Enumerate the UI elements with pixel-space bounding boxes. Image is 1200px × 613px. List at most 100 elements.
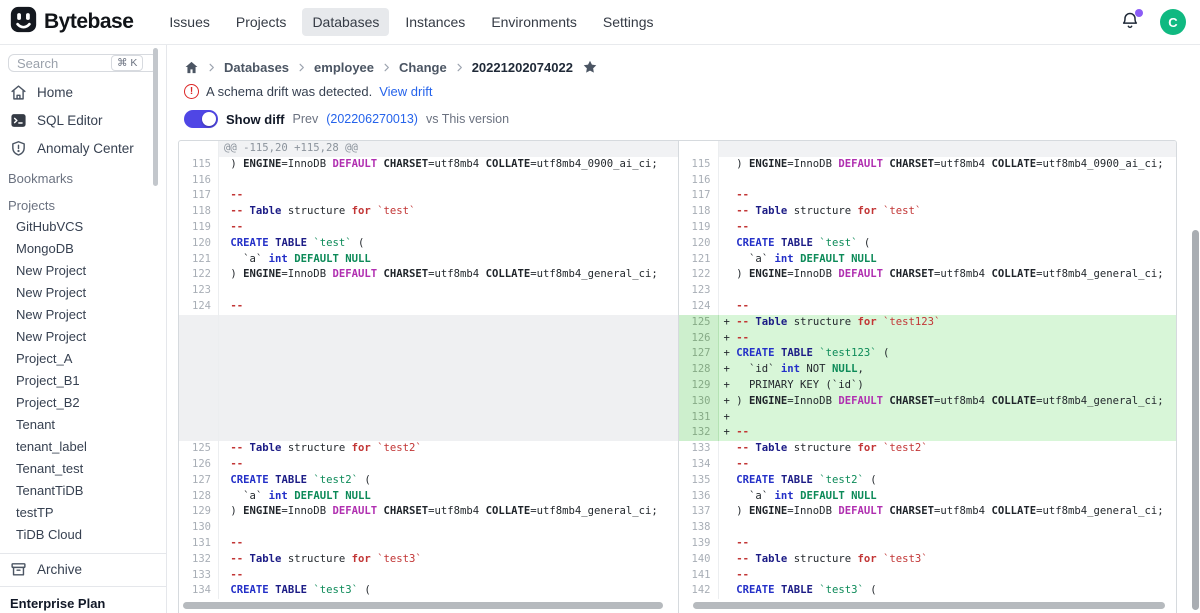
line-number: 133 [679, 441, 719, 457]
project-item[interactable]: tenant_label [0, 436, 166, 458]
avatar[interactable]: C [1160, 9, 1186, 35]
line-number: 129 [679, 378, 719, 394]
prev-label: Prev [293, 112, 319, 126]
line-number: 131 [679, 410, 719, 426]
plan-label: Enterprise Plan [0, 586, 166, 613]
line-number: 116 [179, 173, 219, 189]
line-number: 122 [679, 267, 719, 283]
project-item[interactable]: MongoDB [0, 238, 166, 260]
search-box[interactable]: ⌘ K [8, 54, 158, 72]
project-item[interactable]: New Project [0, 326, 166, 348]
line-number: 123 [679, 283, 719, 299]
diff-line: 116 [679, 173, 1177, 189]
project-item[interactable]: New Project [0, 304, 166, 326]
code-line: @@ -115,20 +115,28 @@ [219, 141, 678, 157]
line-number: 142 [679, 583, 719, 599]
diff-line: 128 `a` int DEFAULT NULL [179, 489, 678, 505]
project-item[interactable]: New Project [0, 282, 166, 304]
diff-line: 122 ) ENGINE=InnoDB DEFAULT CHARSET=utf8… [179, 267, 678, 283]
line-number: 117 [679, 188, 719, 204]
breadcrumb-item[interactable]: employee [314, 60, 374, 75]
diff-line: 131+ [679, 410, 1177, 426]
code-line: `a` int DEFAULT NULL [219, 252, 678, 268]
code-line [219, 410, 678, 426]
nav-item-projects[interactable]: Projects [226, 8, 297, 36]
nav-item-settings[interactable]: Settings [593, 8, 664, 36]
diff-line: 115 ) ENGINE=InnoDB DEFAULT CHARSET=utf8… [179, 157, 678, 173]
diff-line: 127 CREATE TABLE `test2` ( [179, 473, 678, 489]
project-item[interactable]: TiDB Cloud [0, 524, 166, 546]
sidebar-item-label: Home [37, 85, 73, 100]
star-icon[interactable] [580, 59, 598, 75]
sidebar-item-anomaly-center[interactable]: Anomaly Center [0, 134, 166, 162]
line-number [179, 362, 219, 378]
code-line: -- [719, 299, 1177, 315]
line-number: 134 [179, 583, 219, 599]
breadcrumb-item[interactable]: Databases [224, 60, 289, 75]
diff-line: 117 -- [179, 188, 678, 204]
nav-item-environments[interactable]: Environments [481, 8, 587, 36]
code-line: + -- [719, 331, 1177, 347]
code-line: CREATE TABLE `test` ( [219, 236, 678, 252]
diff-line: 130 [179, 520, 678, 536]
line-number: 125 [679, 315, 719, 331]
code-line: -- Table structure for `test` [719, 204, 1177, 220]
diff-line: 132+ -- [679, 425, 1177, 441]
sidebar-item-home[interactable]: Home [0, 78, 166, 106]
nav-item-instances[interactable]: Instances [395, 8, 475, 36]
line-number: 133 [179, 568, 219, 584]
notifications-button[interactable] [1120, 11, 1142, 33]
line-number: 123 [179, 283, 219, 299]
diff-right-horizontal-scrollbar[interactable] [693, 602, 1165, 609]
bytebase-logo[interactable]: Bytebase [10, 6, 133, 38]
breadcrumb-item[interactable]: 20221202074022 [472, 60, 573, 75]
diff-line: 135 CREATE TABLE `test2` ( [679, 473, 1177, 489]
project-item[interactable]: Project_B2 [0, 392, 166, 414]
sidebar-item-label: Anomaly Center [37, 141, 134, 156]
project-item[interactable]: Tenant_test [0, 458, 166, 480]
diff-line: 120 CREATE TABLE `test` ( [679, 236, 1177, 252]
line-number [179, 331, 219, 347]
project-item[interactable]: Tenant [0, 414, 166, 436]
project-item[interactable]: Project_B1 [0, 370, 166, 392]
project-item[interactable]: TenantTiDB [0, 480, 166, 502]
line-number: 132 [679, 425, 719, 441]
line-number: 130 [179, 520, 219, 536]
project-item[interactable]: GitHubVCS [0, 216, 166, 238]
project-item[interactable]: Project_A [0, 348, 166, 370]
breadcrumb-item[interactable]: Change [399, 60, 447, 75]
diff-line: 124 -- [679, 299, 1177, 315]
code-line: -- [719, 188, 1177, 204]
show-diff-toggle[interactable] [184, 110, 218, 128]
diff-line: 123 [179, 283, 678, 299]
code-line [219, 394, 678, 410]
line-number [179, 378, 219, 394]
sidebar-scrollbar[interactable] [153, 48, 158, 186]
sidebar-item-archive[interactable]: Archive [0, 554, 166, 584]
diff-line: 142 CREATE TABLE `test3` ( [679, 583, 1177, 599]
diff-column-left: @@ -115,20 +115,28 @@115 ) ENGINE=InnoDB… [179, 141, 678, 613]
project-item[interactable]: New Project [0, 260, 166, 282]
nav-item-databases[interactable]: Databases [302, 8, 389, 36]
code-line [719, 283, 1177, 299]
diff-line: 129+ PRIMARY KEY (`id`) [679, 378, 1177, 394]
project-item[interactable]: testTP [0, 502, 166, 524]
page-scrollbar[interactable] [1192, 230, 1199, 610]
code-line: -- [219, 568, 678, 584]
diff-left-horizontal-scrollbar[interactable] [183, 602, 663, 609]
sql-editor-icon [10, 112, 27, 129]
sidebar-menu: Home SQL Editor Anomaly Center [0, 78, 166, 162]
search-input[interactable] [17, 56, 107, 71]
bookmarks-section-label: Bookmarks [0, 162, 166, 189]
line-number [179, 394, 219, 410]
sidebar-item-sql-editor[interactable]: SQL Editor [0, 106, 166, 134]
breadcrumb-home-icon[interactable] [184, 60, 199, 75]
main-content: DatabasesemployeeChange20221202074022 ! … [167, 45, 1200, 613]
prev-version-link[interactable]: (202206270013) [326, 112, 418, 126]
code-line: -- Table structure for `test3` [219, 552, 678, 568]
code-line [219, 520, 678, 536]
diff-line [179, 346, 678, 362]
nav-item-issues[interactable]: Issues [159, 8, 219, 36]
line-number [179, 346, 219, 362]
view-drift-link[interactable]: View drift [379, 84, 432, 99]
